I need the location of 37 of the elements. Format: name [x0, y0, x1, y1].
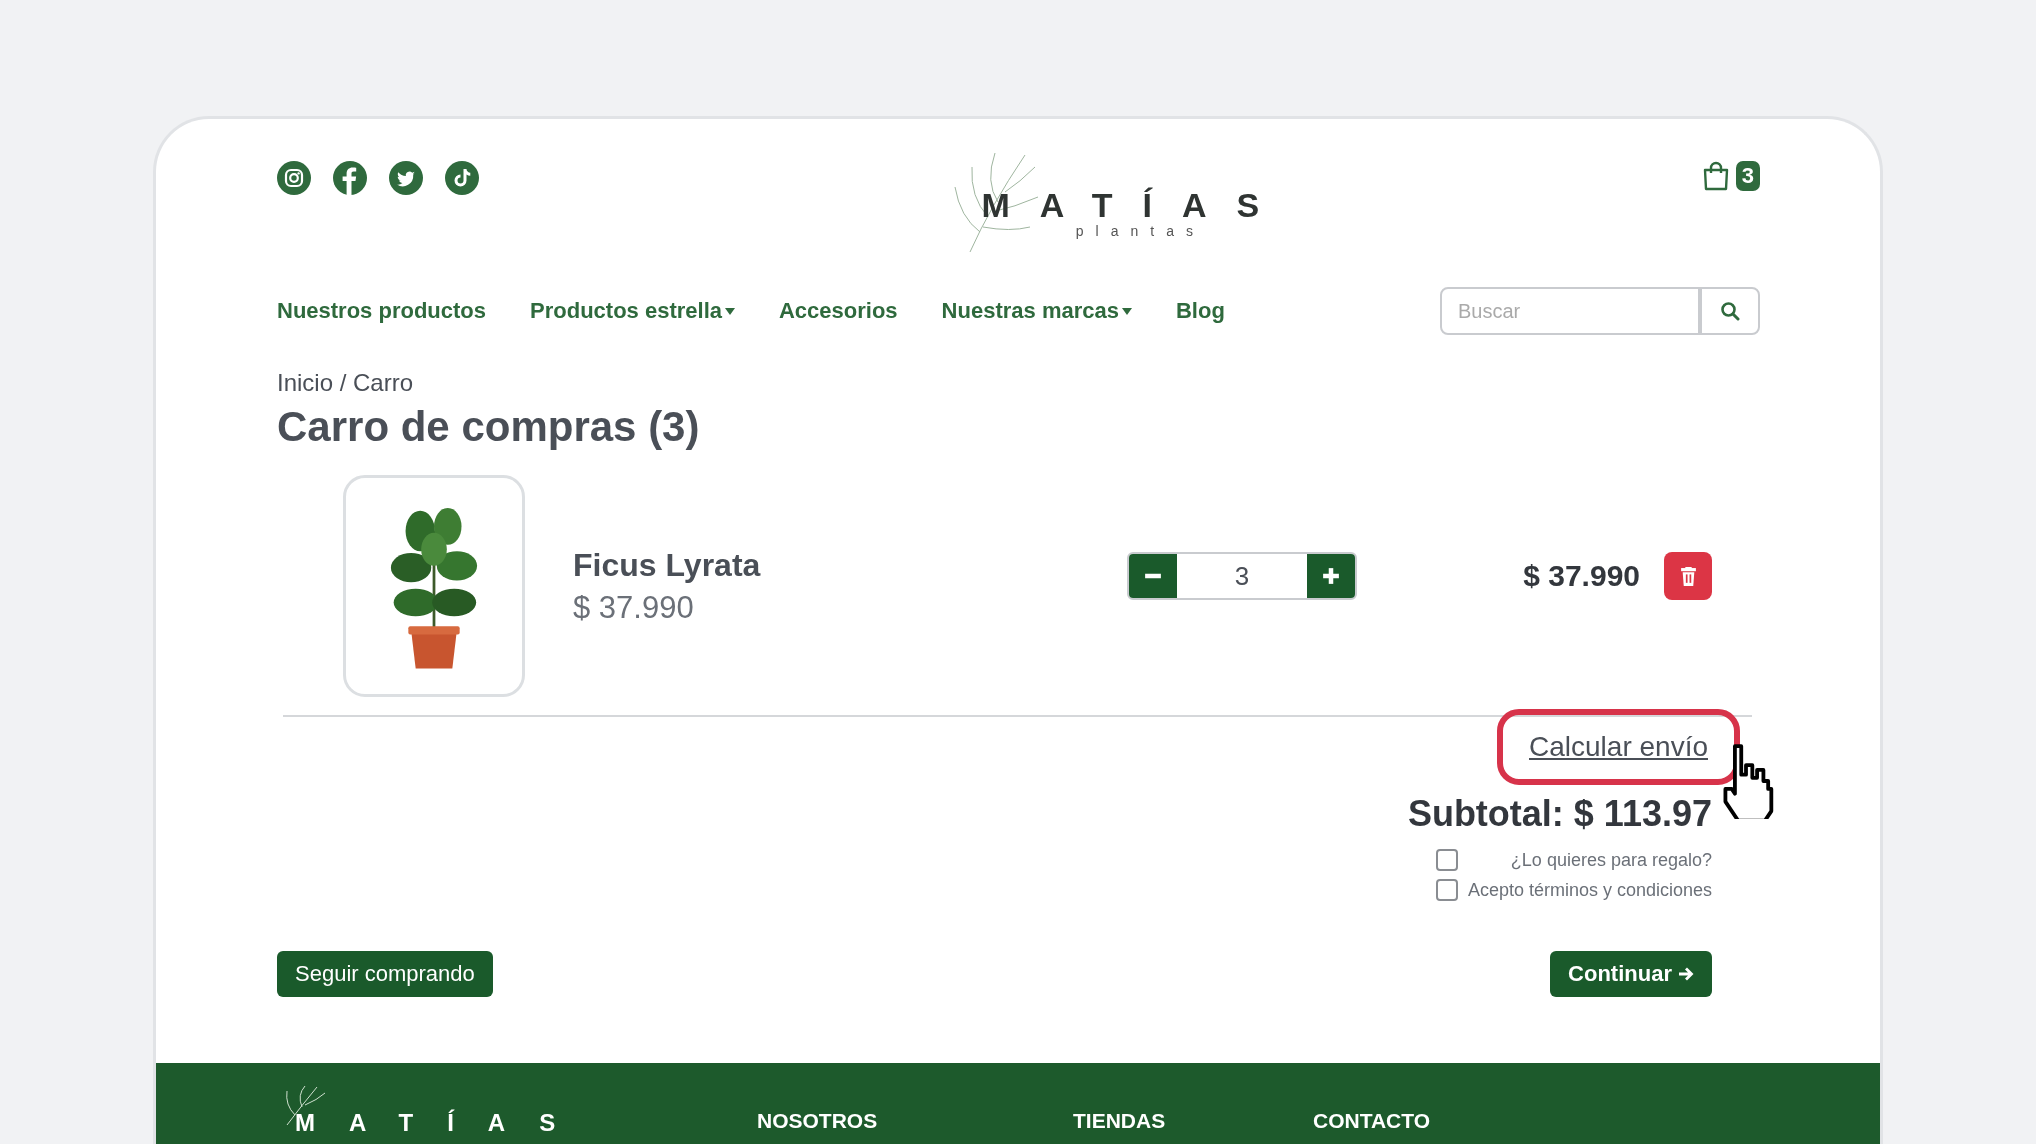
nav-link[interactable]: Accesorios	[779, 298, 898, 324]
cart-count-badge: 3	[1735, 161, 1760, 191]
breadcrumb: Inicio / Carro	[277, 369, 415, 397]
footer-heading: TIENDAS	[1073, 1109, 1167, 1134]
search-icon	[1720, 301, 1740, 321]
tiktok-icon[interactable]	[445, 161, 479, 195]
logo-subtitle: plantas	[1075, 222, 1205, 239]
nav-link[interactable]: Nuestras marcas	[941, 298, 1132, 324]
facebook-icon[interactable]	[333, 161, 367, 195]
twitter-icon[interactable]	[389, 161, 423, 195]
product-name[interactable]: Ficus Lyrata	[573, 546, 1073, 584]
footer-heading: NOSOTROS	[757, 1109, 879, 1134]
search-field[interactable]: Buscar	[1440, 287, 1700, 335]
footer-heading: CONTACTO	[1313, 1109, 1431, 1134]
checkbox[interactable]	[1435, 879, 1458, 901]
page-title: Carro de compras (3)	[277, 403, 701, 451]
nav-link[interactable]: Blog	[1175, 298, 1225, 324]
checkbox-label: ¿Lo quieres para regalo?	[1509, 849, 1712, 871]
subtotal: Subtotal: $ 113.97	[1407, 793, 1712, 835]
caret-icon	[725, 307, 735, 315]
nav-link[interactable]: Productos estrella	[530, 298, 735, 324]
unit-price: $ 37.990	[573, 589, 695, 626]
instagram-icon[interactable]	[277, 161, 311, 195]
shopping-bag-icon[interactable]	[1701, 161, 1730, 191]
search-button[interactable]	[1700, 287, 1760, 335]
continue-shopping-button[interactable]: Seguir comprando	[277, 951, 493, 997]
checkbox-label: Acepto términos y condiciones	[1467, 879, 1712, 901]
trash-icon	[1679, 566, 1697, 586]
caret-icon	[1121, 307, 1132, 315]
footer-logo-title: MATÍAS	[295, 1109, 590, 1137]
arrow-right-icon	[1678, 966, 1694, 982]
checkbox[interactable]	[1435, 849, 1458, 871]
continue-button[interactable]: Continuar	[1550, 951, 1712, 997]
delete-button[interactable]	[1664, 552, 1712, 600]
logo-title[interactable]: MATÍAS	[981, 185, 1290, 225]
nav-link[interactable]: Nuestros productos	[277, 298, 487, 324]
line-total: $ 37.990	[1523, 559, 1640, 593]
